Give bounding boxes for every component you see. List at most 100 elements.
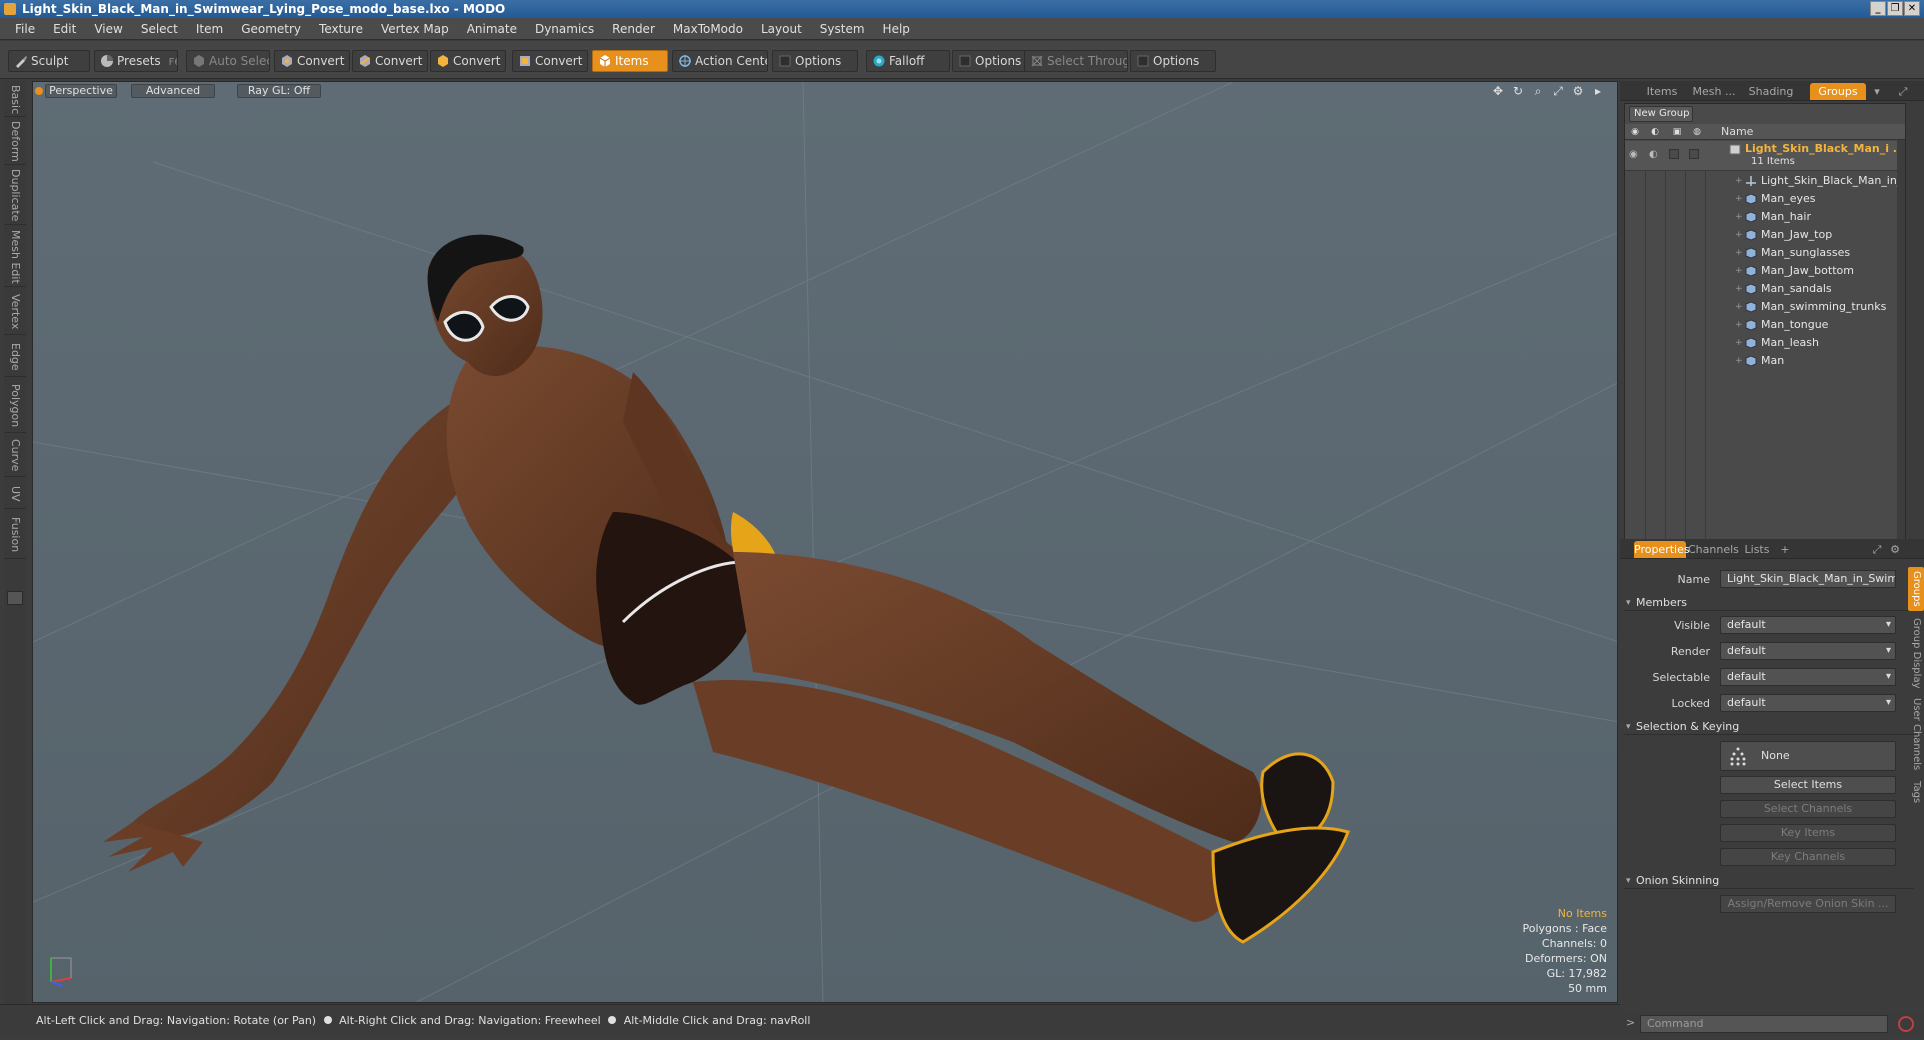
tab-mesh[interactable]: Mesh ... [1686, 83, 1742, 100]
list-item[interactable]: + Man_hair [1625, 208, 1905, 226]
menu-file[interactable]: File [6, 18, 44, 40]
groups-list[interactable]: New Group ◉ ◐ ▣ ◍ Name ◉ ◐ Light_Skin_Bl… [1624, 103, 1906, 553]
tab-fusion[interactable]: Fusion [4, 511, 26, 559]
minimize-button[interactable]: _ [1870, 1, 1886, 16]
expand-plus-icon[interactable]: + [1735, 226, 1743, 244]
fit-view-icon[interactable]: ⤢ [1551, 84, 1565, 98]
convert-polygons-button[interactable]: Convert [430, 50, 506, 72]
expand-plus-icon[interactable]: + [1735, 352, 1743, 370]
add-tab-button[interactable]: + [1778, 541, 1792, 558]
list-item[interactable]: + Man_sunglasses [1625, 244, 1905, 262]
menu-item[interactable]: Item [187, 18, 232, 40]
tab-basic[interactable]: Basic [4, 83, 26, 117]
rotate-icon[interactable]: ↻ [1511, 84, 1525, 98]
expand-plus-icon[interactable]: + [1735, 316, 1743, 334]
tab-polygon[interactable]: Polygon [4, 379, 26, 433]
side-tab-group-display[interactable]: Group Display [1908, 615, 1924, 691]
expand-plus-icon[interactable]: + [1735, 298, 1743, 316]
tab-curve[interactable]: Curve [4, 435, 26, 477]
expand-plus-icon[interactable]: + [1735, 334, 1743, 352]
list-item[interactable]: + Man_Jaw_top [1625, 226, 1905, 244]
presets-button[interactable]: Presets F6 [94, 50, 178, 72]
tab-lists[interactable]: Lists [1740, 541, 1774, 558]
select-through-button[interactable]: Select Through [1024, 50, 1128, 72]
character-model[interactable] [33, 82, 1618, 1003]
zoom-icon[interactable]: ⌕ [1531, 84, 1545, 98]
menu-animate[interactable]: Animate [458, 18, 526, 40]
expand-plus-icon[interactable]: + [1735, 208, 1743, 226]
menu-edit[interactable]: Edit [44, 18, 85, 40]
visibility-eye-icon[interactable]: ◉ [1629, 126, 1641, 138]
list-item[interactable]: + Man_leash [1625, 334, 1905, 352]
panel-settings-gear-icon[interactable]: ⚙ [1888, 541, 1902, 558]
menu-view[interactable]: View [85, 18, 131, 40]
options-button-2[interactable]: Options [952, 50, 1032, 72]
selectable-dropdown[interactable]: default [1720, 668, 1896, 686]
tab-deform[interactable]: Deform [4, 119, 26, 165]
select-icon[interactable]: ◍ [1691, 126, 1703, 138]
name-column-header[interactable]: Name [1721, 124, 1753, 140]
3d-viewport[interactable]: Perspective Advanced Ray GL: Off ✥ ↻ ⌕ ⤢… [32, 81, 1618, 1003]
locked-dropdown[interactable]: default [1720, 694, 1896, 712]
expand-plus-icon[interactable]: + [1735, 262, 1743, 280]
tab-groups[interactable]: Groups [1810, 83, 1866, 100]
menu-system[interactable]: System [811, 18, 874, 40]
tool-tabs-expand-button[interactable] [7, 591, 23, 605]
list-item[interactable]: + Man [1625, 352, 1905, 370]
new-group-button[interactable]: New Group [1629, 106, 1693, 122]
tab-vertex[interactable]: Vertex [4, 289, 26, 335]
group-select-checkbox[interactable] [1689, 149, 1699, 159]
tab-items[interactable]: Items [1640, 83, 1684, 100]
members-section-header[interactable]: Members [1624, 595, 1914, 611]
expand-plus-icon[interactable]: + [1735, 190, 1743, 208]
side-tab-groups[interactable]: Groups [1908, 567, 1924, 611]
group-lock-checkbox[interactable] [1669, 149, 1679, 159]
panel-expand-icon[interactable]: ⤢ [1870, 541, 1884, 558]
tab-shading[interactable]: Shading [1744, 83, 1798, 100]
items-mode-button[interactable]: Items [592, 50, 668, 72]
tab-mesh-edit[interactable]: Mesh Edit [4, 227, 26, 287]
key-items-button[interactable]: Key Items [1720, 824, 1896, 842]
assign-onion-skin-button[interactable]: Assign/Remove Onion Skin ... [1720, 895, 1896, 913]
group-render-icon[interactable]: ◐ [1649, 149, 1658, 160]
lock-icon[interactable]: ▣ [1671, 126, 1683, 138]
menu-select[interactable]: Select [132, 18, 187, 40]
side-tab-user-channels[interactable]: User Channels [1908, 695, 1924, 773]
advanced-shading-button[interactable]: Advanced [131, 84, 215, 98]
list-item[interactable]: + Man_tongue [1625, 316, 1905, 334]
restore-button[interactable]: ❐ [1887, 1, 1903, 16]
menu-vertex-map[interactable]: Vertex Map [372, 18, 458, 40]
perspective-view-button[interactable]: Perspective [45, 84, 117, 98]
list-item[interactable]: + Man_swimming_trunks [1625, 298, 1905, 316]
group-name-field[interactable]: Light_Skin_Black_Man_in_Swimw [1720, 570, 1896, 588]
select-items-button[interactable]: Select Items [1720, 776, 1896, 794]
pan-icon[interactable]: ✥ [1491, 84, 1505, 98]
action-center-button[interactable]: Action Center [672, 50, 768, 72]
options-button-3[interactable]: Options [1130, 50, 1216, 72]
ray-gl-button[interactable]: Ray GL: Off [237, 84, 321, 98]
onion-skinning-section-header[interactable]: Onion Skinning [1624, 873, 1914, 889]
key-channels-button[interactable]: Key Channels [1720, 848, 1896, 866]
command-input[interactable]: Command [1640, 1015, 1888, 1033]
group-visibility-eye-icon[interactable]: ◉ [1629, 149, 1638, 160]
list-item[interactable]: + Man_eyes [1625, 190, 1905, 208]
menu-help[interactable]: Help [874, 18, 919, 40]
groups-list-scrollbar[interactable] [1897, 140, 1905, 552]
menu-maxtomodo[interactable]: MaxToModo [664, 18, 752, 40]
record-macro-icon[interactable] [1898, 1016, 1914, 1032]
menu-layout[interactable]: Layout [752, 18, 811, 40]
tab-dropdown-arrow-icon[interactable]: ▾ [1870, 83, 1884, 100]
sculpt-button[interactable]: Sculpt [8, 50, 90, 72]
menu-texture[interactable]: Texture [310, 18, 372, 40]
tab-edge[interactable]: Edge [4, 337, 26, 377]
visible-dropdown[interactable]: default [1720, 616, 1896, 634]
menu-render[interactable]: Render [603, 18, 664, 40]
tab-properties[interactable]: Properties [1634, 541, 1690, 558]
render-icon[interactable]: ◐ [1649, 126, 1661, 138]
expand-plus-icon[interactable]: + [1735, 244, 1743, 262]
convert-items-button[interactable]: Convert [512, 50, 588, 72]
tab-channels[interactable]: Channels [1688, 541, 1739, 558]
list-item[interactable]: + Man_sandals [1625, 280, 1905, 298]
viewport-expand-arrow-icon[interactable]: ▸ [1591, 84, 1605, 98]
panel-expand-icon[interactable]: ⤢ [1896, 83, 1910, 100]
